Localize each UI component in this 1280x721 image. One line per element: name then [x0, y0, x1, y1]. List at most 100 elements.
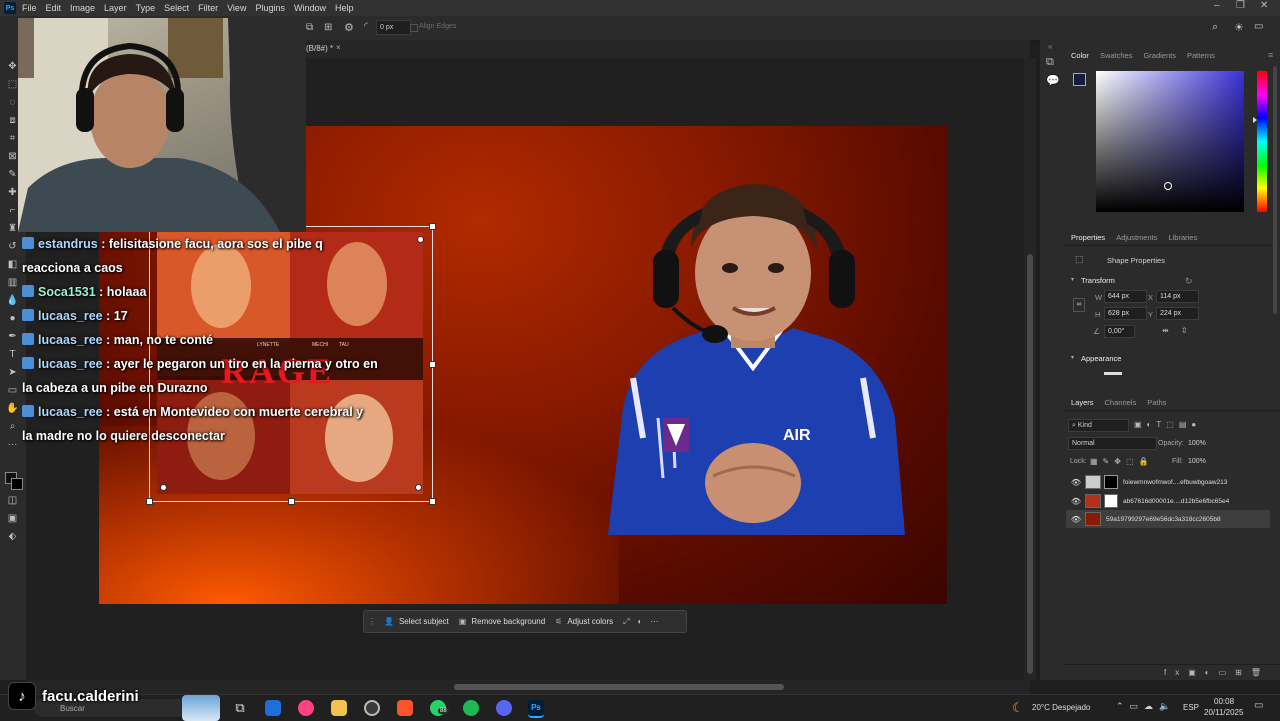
store-icon[interactable] [265, 700, 281, 716]
layer-row-selected[interactable]: 👁 59a19799297e69e56dc3a318cc2605b8 [1066, 510, 1270, 528]
person-cutout-image[interactable]: AIR [603, 178, 907, 535]
tab-properties[interactable]: Properties [1071, 233, 1105, 242]
eye-icon[interactable]: 👁 [1070, 478, 1082, 487]
collapse-icon[interactable]: « [1048, 42, 1052, 51]
zoom-tool-icon[interactable]: ⌕ [6, 420, 19, 433]
tab-patterns[interactable]: Patterns [1187, 51, 1215, 60]
app-icon[interactable] [298, 700, 314, 716]
handle-top-right[interactable] [429, 223, 436, 230]
language-indicator[interactable]: ESP [1183, 703, 1199, 712]
weather-text[interactable]: 20°C Despejado [1032, 703, 1090, 712]
panel-scrollbar[interactable] [1272, 64, 1278, 314]
layer-kind-filter[interactable]: ⌕ Kind [1068, 419, 1129, 432]
discover-icon[interactable]: ☀ [1234, 21, 1244, 34]
reset-icon[interactable]: ↻ [1185, 276, 1193, 287]
adjust-colors-button[interactable]: ⚟ Adjust colors [555, 617, 613, 626]
color-picker-field[interactable] [1096, 71, 1244, 212]
more-tools-icon[interactable]: ··· [6, 438, 19, 451]
screen-mode-icon[interactable]: ▣ [6, 512, 19, 525]
menu-type[interactable]: Type [136, 3, 156, 13]
flip-horizontal-icon[interactable]: ⇹ [1162, 326, 1169, 335]
blur-tool-icon[interactable]: 💧 [6, 294, 19, 307]
hue-slider[interactable] [1253, 71, 1267, 212]
corner-radius-handle-tr[interactable] [417, 236, 424, 243]
remove-background-button[interactable]: ▣ Remove background [459, 617, 545, 626]
color-picker-cursor[interactable] [1164, 182, 1172, 190]
adjustment-icon[interactable]: ◐ [638, 617, 643, 626]
link-icon[interactable]: ∞ [1073, 298, 1085, 312]
transform-chevron-icon[interactable]: ▾ [1071, 276, 1074, 283]
history-icon[interactable]: ⧉ [1046, 56, 1054, 69]
width-field[interactable]: 644 px [1104, 290, 1147, 303]
tab-paths[interactable]: Paths [1147, 398, 1166, 407]
hand-tool-icon[interactable]: ✋ [6, 402, 19, 415]
menu-image[interactable]: Image [70, 3, 95, 13]
history-brush-icon[interactable]: ↺ [6, 240, 19, 253]
panel-scroll-thumb[interactable] [1273, 66, 1277, 314]
horizontal-scroll-thumb[interactable] [454, 684, 784, 690]
task-view-icon[interactable]: ⧉ [232, 700, 248, 716]
layer-name[interactable]: 59a19799297e69e56dc3a318cc2605b8 [1106, 516, 1221, 523]
handle-bottom[interactable] [288, 498, 295, 505]
menu-layer[interactable]: Layer [104, 3, 127, 13]
layer-action-icons[interactable]: fx▣◐▭⊞🗑 [1164, 668, 1270, 677]
tab-layers[interactable]: Layers [1071, 398, 1094, 407]
close-tab-icon[interactable]: × [336, 43, 341, 52]
menu-filter[interactable]: Filter [198, 3, 218, 13]
path-arrange-icon[interactable]: ⧉ [306, 22, 313, 33]
layer-row[interactable]: 👁 ab67616d00001e....d12b5e6fbc65e4 [1066, 492, 1270, 510]
menu-window[interactable]: Window [294, 3, 326, 13]
horizontal-scrollbar[interactable] [26, 680, 1030, 694]
restore-icon[interactable]: ❐ [1236, 0, 1245, 11]
hue-slider-thumb[interactable] [1253, 117, 1257, 123]
more-options-icon[interactable]: ··· [650, 617, 658, 626]
select-subject-button[interactable]: 👤 Select subject [384, 617, 449, 626]
vertical-scrollbar[interactable] [1024, 58, 1036, 680]
align-edges-checkbox[interactable] [410, 24, 418, 32]
rectangle-tool-icon[interactable]: ▭ [6, 384, 19, 397]
gradient-tool-icon[interactable]: ▥ [6, 276, 19, 289]
path-select-tool-icon[interactable]: ➤ [6, 366, 19, 379]
close-window-icon[interactable]: ✕ [1260, 0, 1268, 11]
document-tab-title[interactable]: (B/8#) * [306, 44, 333, 53]
dodge-tool-icon[interactable]: ● [6, 312, 19, 325]
handle-bottom-right[interactable] [429, 498, 436, 505]
appearance-chevron-icon[interactable]: ▾ [1071, 354, 1074, 361]
corner-radius-handle-br[interactable] [415, 484, 422, 491]
menu-plugins[interactable]: Plugins [255, 3, 285, 13]
menu-select[interactable]: Select [164, 3, 189, 13]
drag-handle-icon[interactable]: ⋮ [368, 617, 376, 626]
panel-menu-icon[interactable]: ≡ [1268, 50, 1273, 60]
clock-date[interactable]: 20/11/2025 [1204, 708, 1243, 717]
transform-icon[interactable]: ⤢ [623, 617, 629, 627]
opacity-value[interactable]: 100% [1188, 440, 1206, 447]
quick-mask-icon[interactable]: ◫ [6, 494, 19, 507]
blend-mode-select[interactable]: Normal [1068, 437, 1157, 450]
gear-icon[interactable]: ⚙ [344, 21, 354, 34]
background-color-swatch[interactable] [11, 478, 23, 490]
comments-icon[interactable]: 💬 [1046, 74, 1060, 87]
eraser-tool-icon[interactable]: ◧ [6, 258, 19, 271]
menu-file[interactable]: File [22, 3, 37, 13]
spotify-icon[interactable] [463, 700, 479, 716]
menu-view[interactable]: View [227, 3, 246, 13]
eye-icon[interactable]: 👁 [1070, 515, 1082, 524]
height-field[interactable]: 628 px [1104, 307, 1147, 320]
system-tray-icons[interactable]: ⌃▭☁🔈 [1116, 701, 1176, 712]
vertical-scroll-thumb[interactable] [1027, 254, 1033, 674]
tab-swatches[interactable]: Swatches [1100, 51, 1133, 60]
menu-help[interactable]: Help [335, 3, 354, 13]
radius-input[interactable]: 0 px [376, 20, 411, 35]
corner-radius-handle-bl[interactable] [160, 484, 167, 491]
stroke-preview[interactable] [1104, 372, 1122, 375]
x-field[interactable]: 114 px [1156, 290, 1199, 303]
y-field[interactable]: 224 px [1156, 307, 1199, 320]
lock-icons[interactable]: ▦✎✥⬚🔒 [1090, 457, 1153, 466]
angle-field[interactable]: 0,00° [1104, 325, 1135, 338]
eye-icon[interactable]: 👁 [1070, 497, 1082, 506]
fill-value[interactable]: 100% [1188, 458, 1206, 465]
flip-vertical-icon[interactable]: ⇳ [1181, 326, 1188, 335]
workspace-icon[interactable]: ▭ [1254, 21, 1263, 32]
search-icon[interactable]: ⌕ [1212, 21, 1218, 34]
layer-name[interactable]: foiewmnwofmwof....efbuwbgoaw213 [1123, 479, 1227, 486]
